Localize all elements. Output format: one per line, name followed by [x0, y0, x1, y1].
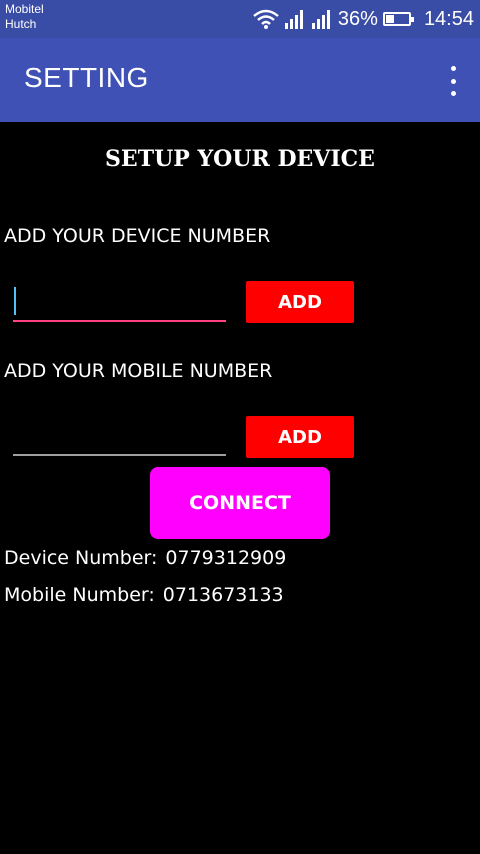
mobile-number-info: Mobile Number: 0713673133 — [4, 584, 284, 606]
menu-dot — [450, 78, 456, 84]
status-bar: Mobitel Hutch 36% 14:54 — [0, 0, 480, 38]
status-clock: 14:54 — [423, 7, 474, 30]
device-number-input[interactable] — [13, 284, 226, 322]
device-number-info-label: Device Number: — [4, 547, 158, 569]
app-title: SETTING — [24, 62, 149, 93]
text-cursor — [14, 287, 16, 315]
signal-icon — [284, 10, 303, 29]
app-bar: SETTING — [0, 38, 480, 122]
battery-icon — [382, 12, 414, 26]
menu-dot — [450, 91, 456, 96]
menu-dot — [450, 66, 456, 71]
overflow-menu-icon[interactable] — [446, 66, 460, 96]
add-mobile-button[interactable]: ADD — [246, 416, 354, 458]
mobile-number-label: ADD YOUR MOBILE NUMBER — [4, 360, 273, 382]
carrier-name-2: Hutch — [5, 17, 37, 31]
device-number-value: 0779312909 — [165, 547, 287, 569]
device-number-info: Device Number: 0779312909 — [4, 547, 286, 569]
mobile-number-input[interactable] — [13, 418, 226, 456]
battery-percent: 36% — [337, 7, 378, 30]
connect-button[interactable]: CONNECT — [150, 467, 330, 539]
wifi-icon — [253, 9, 279, 29]
device-number-label: ADD YOUR DEVICE NUMBER — [4, 225, 271, 247]
signal-icon — [311, 10, 330, 29]
carrier-names: Mobitel Hutch — [5, 2, 44, 32]
carrier-name-1: Mobitel — [5, 2, 44, 16]
page-title: SETUP YOUR DEVICE — [105, 146, 375, 172]
add-device-button[interactable]: ADD — [246, 281, 354, 323]
status-icons: 36% 14:54 — [253, 6, 474, 32]
mobile-number-value: 0713673133 — [162, 584, 284, 606]
mobile-number-info-label: Mobile Number: — [4, 584, 155, 606]
battery-level — [385, 15, 394, 23]
